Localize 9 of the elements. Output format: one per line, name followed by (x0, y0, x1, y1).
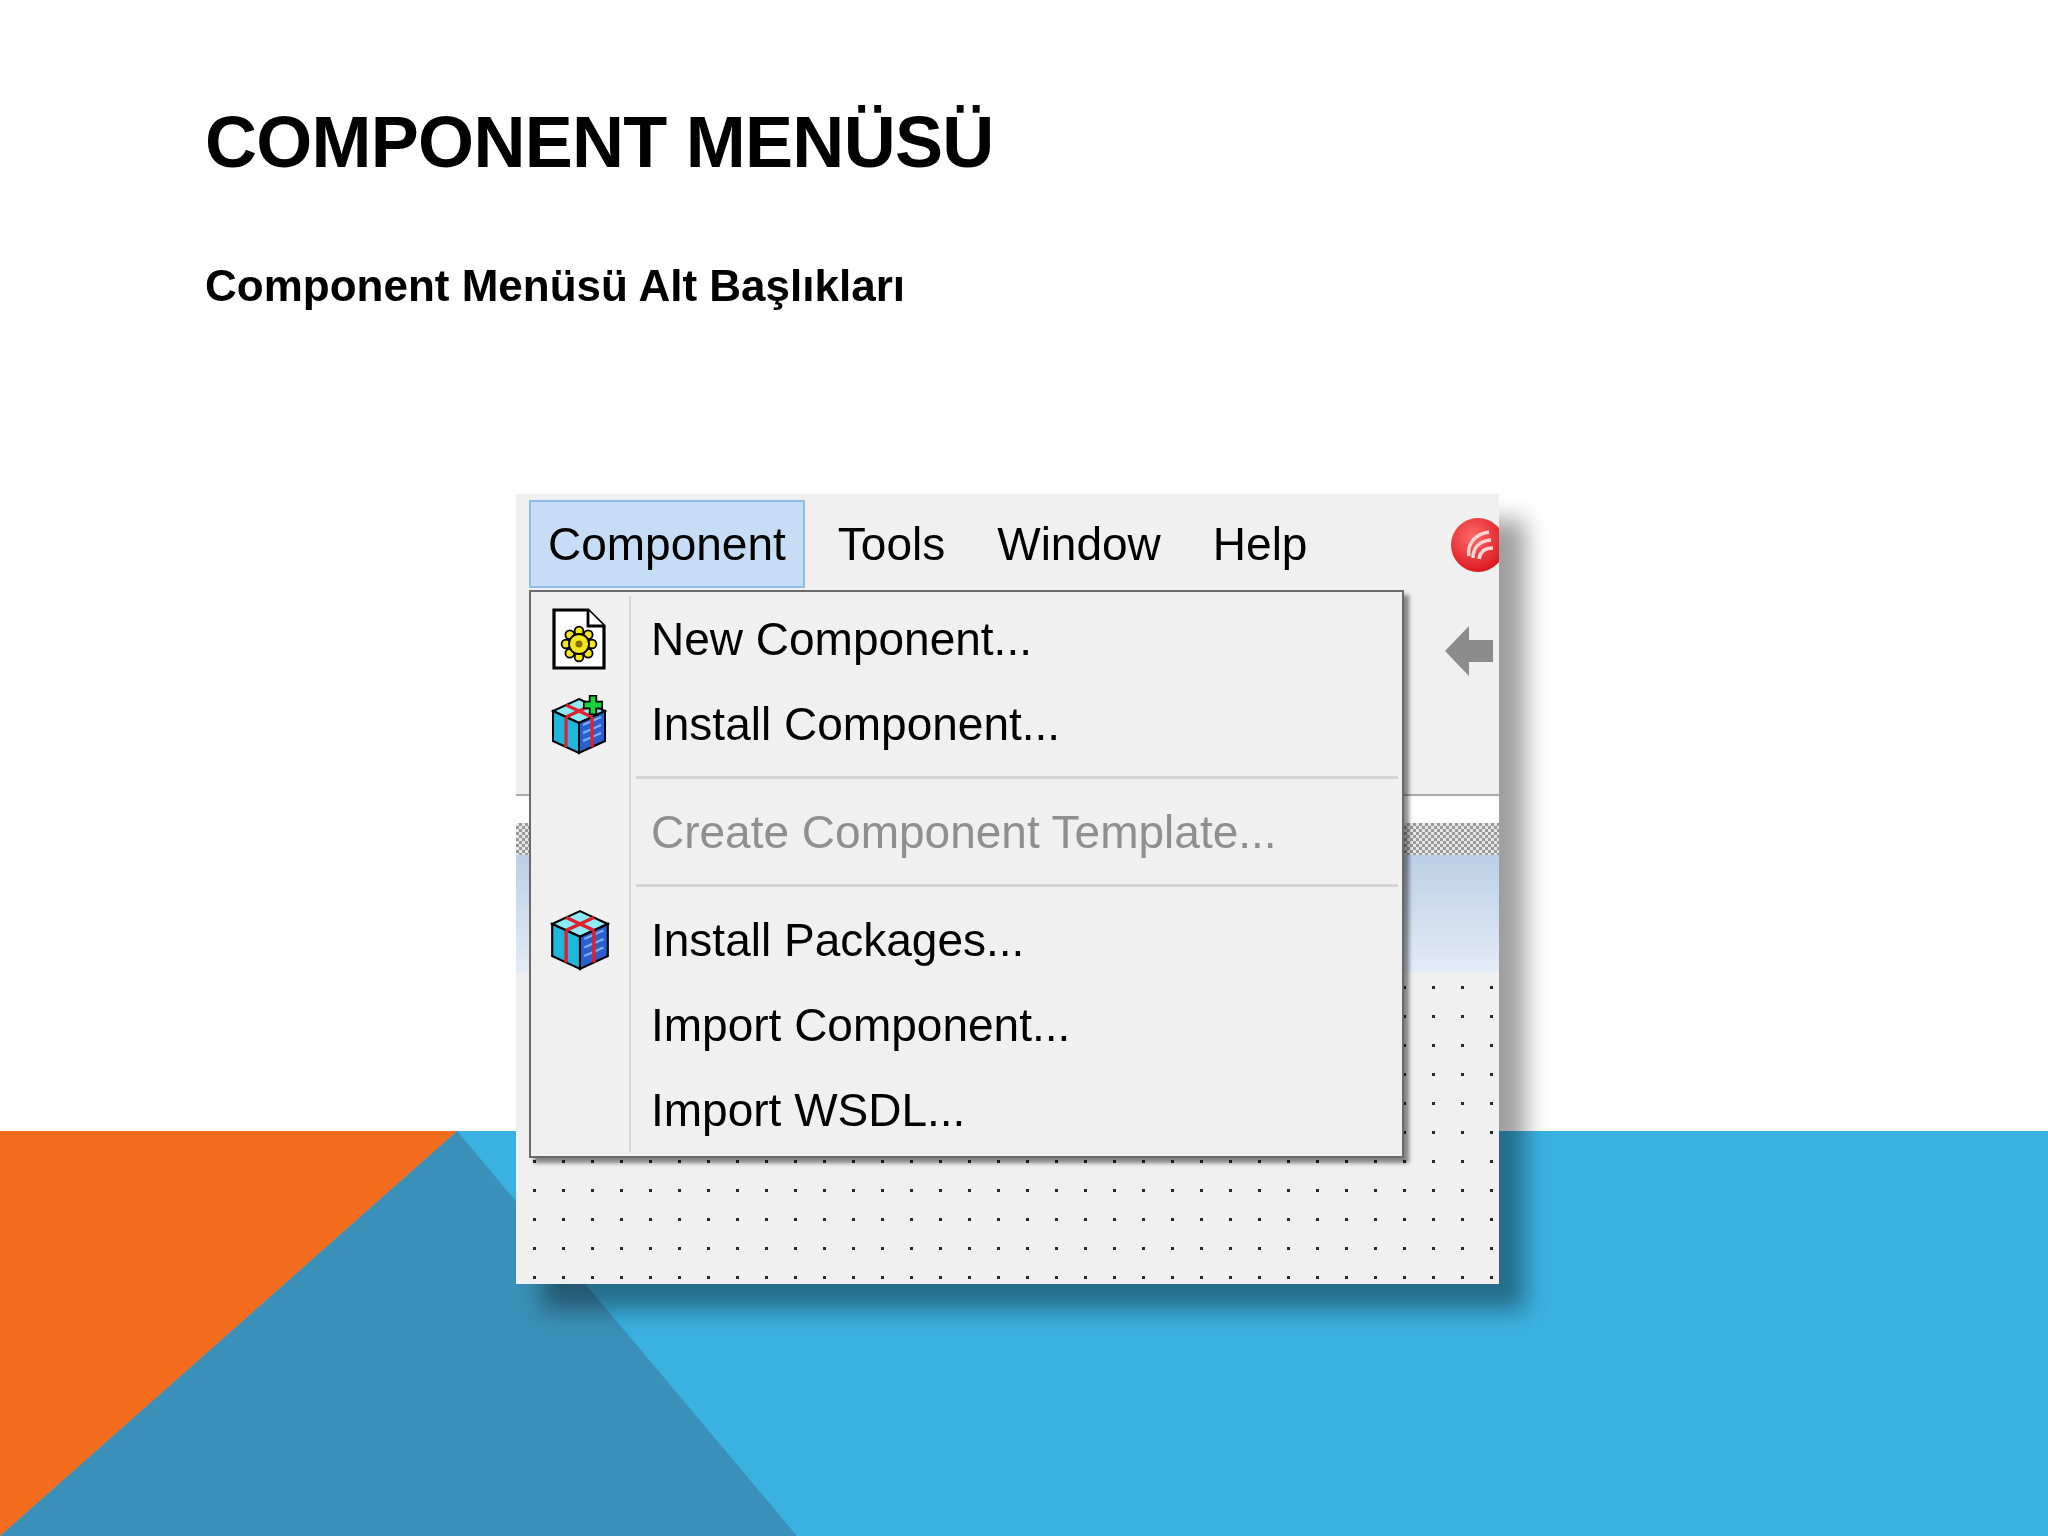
menu-bar-item[interactable]: Component (529, 500, 805, 588)
slide-title: COMPONENT MENÜSÜ (205, 106, 994, 178)
gift-box-icon (550, 908, 610, 971)
left-arrow-icon (1445, 624, 1493, 678)
slide-subtitle: Component Menüsü Alt Başlıkları (205, 264, 905, 308)
circle-swirl-icon (1449, 516, 1499, 574)
menu-bar-item[interactable]: Window (978, 500, 1180, 588)
menu-bar-item[interactable]: Tools (818, 500, 965, 588)
menu-bar-item[interactable]: Help (1193, 500, 1327, 588)
